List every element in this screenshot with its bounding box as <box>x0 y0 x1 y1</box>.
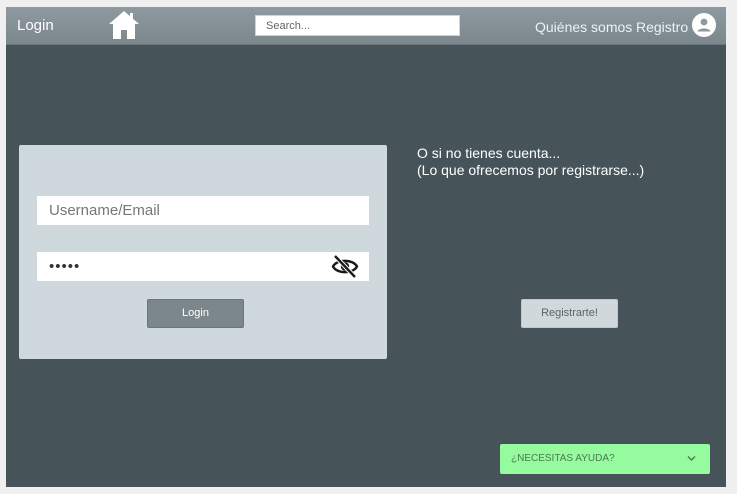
login-button[interactable]: Login <box>147 299 244 328</box>
app-frame: Login Quiénes somos Registro Login O si … <box>6 7 726 487</box>
register-button[interactable]: Registrarte! <box>521 299 618 328</box>
register-promo-line2: (Lo que ofrecemos por registrarse...) <box>417 162 645 178</box>
username-field[interactable] <box>37 196 369 225</box>
password-field[interactable] <box>37 252 369 281</box>
chevron-down-icon[interactable] <box>687 455 696 462</box>
account-circle-icon[interactable] <box>692 13 716 37</box>
home-icon[interactable] <box>108 9 140 41</box>
navbar: Login Quiénes somos Registro <box>6 7 726 45</box>
login-card: Login <box>19 145 387 359</box>
help-widget[interactable]: ¿NECESITAS AYUDA? <box>500 444 710 474</box>
nav-about-link[interactable]: Quiénes somos <box>535 19 632 35</box>
register-promo: O si no tienes cuenta... (Lo que ofrecem… <box>417 145 644 179</box>
help-widget-label: ¿NECESITAS AYUDA? <box>511 453 615 464</box>
register-promo-line1: O si no tienes cuenta... <box>417 145 561 161</box>
eye-off-icon[interactable] <box>331 253 359 280</box>
nav-login-link[interactable]: Login <box>17 17 54 34</box>
search-input[interactable] <box>255 15 460 36</box>
nav-register-link[interactable]: Registro <box>636 19 688 35</box>
